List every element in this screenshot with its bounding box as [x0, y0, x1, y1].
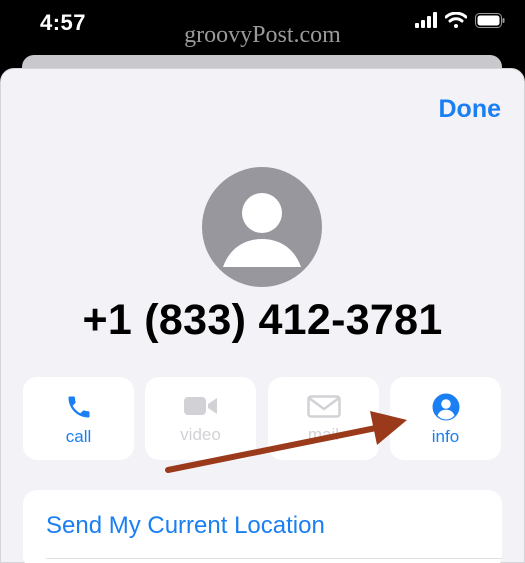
envelope-icon	[306, 395, 341, 418]
contact-avatar[interactable]	[202, 167, 322, 287]
call-label: call	[65, 427, 92, 446]
mail-button: mail	[268, 377, 379, 460]
call-button[interactable]: call	[23, 377, 134, 460]
done-button[interactable]: Done	[439, 95, 502, 124]
info-label: info	[431, 427, 460, 446]
watermark: groovyPost.com	[184, 22, 341, 48]
mail-label: mail	[307, 425, 340, 444]
phone-icon	[68, 396, 89, 418]
video-button: video	[145, 377, 256, 460]
info-button[interactable]: info	[390, 377, 501, 460]
person-circle-icon	[432, 393, 459, 421]
divider	[46, 558, 502, 559]
send-current-location-button[interactable]: Send My Current Location	[46, 512, 325, 540]
video-camera-icon	[183, 397, 217, 415]
contact-phone-number: +1 (833) 412-3781	[82, 296, 443, 344]
person-placeholder-icon	[223, 193, 301, 267]
location-card: Send My Current Location	[23, 490, 502, 563]
video-label: video	[180, 425, 221, 444]
